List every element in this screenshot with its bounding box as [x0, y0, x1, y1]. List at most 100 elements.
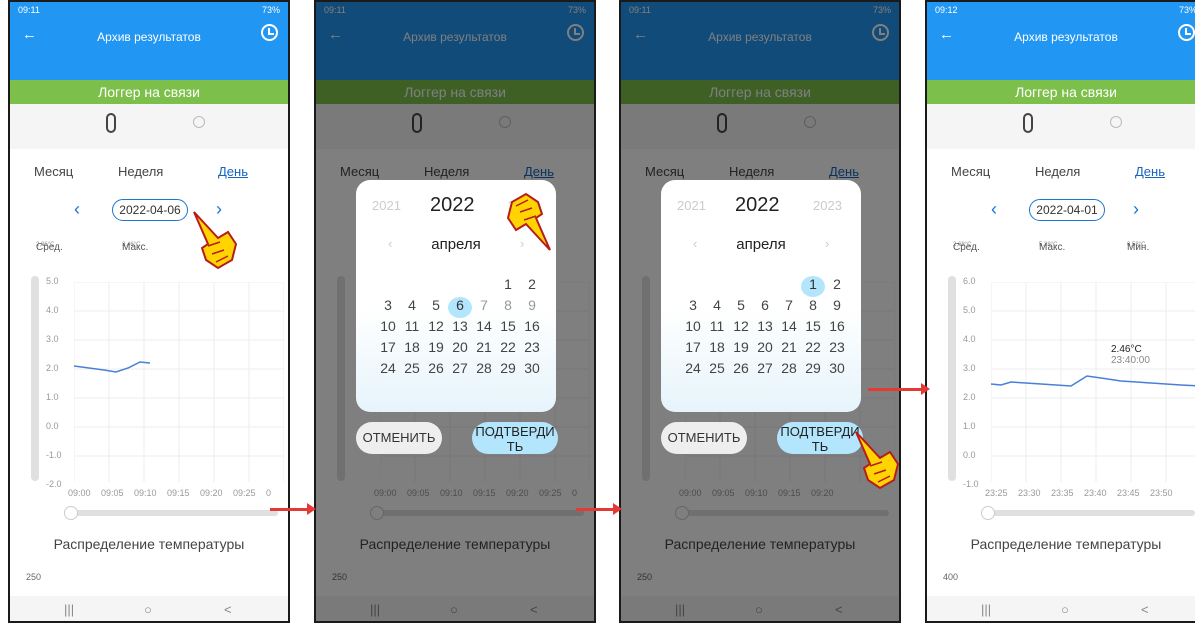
calendar-day[interactable]: 1	[496, 276, 520, 297]
calendar-day[interactable]: 21	[777, 339, 801, 360]
humidity-drop-icon[interactable]	[193, 116, 205, 128]
date-picker-button[interactable]: 2022-04-01	[1029, 199, 1105, 221]
history-clock-icon[interactable]	[261, 24, 278, 41]
calendar-day[interactable]: 9	[825, 297, 849, 318]
calendar-day[interactable]: 8	[496, 297, 520, 318]
calendar-day[interactable]: 23	[825, 339, 849, 360]
next-date-chevron-icon[interactable]: ›	[1133, 199, 1139, 220]
calendar-day[interactable]: 20	[753, 339, 777, 360]
calendar-day[interactable]: 14	[472, 318, 496, 339]
calendar-grid: 1 2 3 4 5 6 7 8 9 10 11 12 13 14 15 16 17 18 19 20 21 22 23 24 2…	[376, 276, 546, 381]
calendar-day[interactable]: 27	[448, 360, 472, 381]
calendar-day[interactable]: 3	[681, 297, 705, 318]
stat-avg: Сред. 2,36°C	[36, 242, 63, 253]
cancel-button[interactable]: ОТМЕНИТЬ	[356, 422, 442, 454]
calendar-day[interactable]: 13	[448, 318, 472, 339]
thermometer-icon[interactable]	[1023, 113, 1033, 133]
slider-knob[interactable]	[64, 506, 78, 520]
calendar-day[interactable]: 25	[705, 360, 729, 381]
calendar-day[interactable]: 17	[681, 339, 705, 360]
calendar-day[interactable]: 11	[705, 318, 729, 339]
calendar-day[interactable]: 26	[729, 360, 753, 381]
calendar-day[interactable]: 30	[825, 360, 849, 381]
home-icon[interactable]: ○	[1061, 602, 1069, 617]
calendar-day[interactable]: 5	[729, 297, 753, 318]
history-clock-icon[interactable]	[1178, 24, 1195, 41]
calendar-day[interactable]: 19	[424, 339, 448, 360]
tab-week[interactable]: Неделя	[1035, 164, 1080, 179]
calendar-day[interactable]: 16	[825, 318, 849, 339]
calendar-day[interactable]: 7	[472, 297, 496, 318]
horizontal-zoom-slider[interactable]	[981, 506, 1195, 520]
back-nav-icon[interactable]: <	[224, 602, 232, 617]
calendar-day[interactable]: 21	[472, 339, 496, 360]
tab-month[interactable]: Месяц	[951, 164, 990, 179]
tab-day[interactable]: День	[1135, 164, 1165, 179]
slider-knob[interactable]	[981, 506, 995, 520]
calendar-day[interactable]: 30	[520, 360, 544, 381]
calendar-day[interactable]: 6	[753, 297, 777, 318]
calendar-day[interactable]: 2	[825, 276, 849, 297]
recent-apps-icon[interactable]: |||	[64, 602, 74, 617]
calendar-day[interactable]: 22	[496, 339, 520, 360]
calendar-day[interactable]: 12	[424, 318, 448, 339]
calendar-day[interactable]: 12	[729, 318, 753, 339]
calendar-day[interactable]: 5	[424, 297, 448, 318]
calendar-day[interactable]: 6	[448, 297, 472, 318]
calendar-day[interactable]: 17	[376, 339, 400, 360]
calendar-day[interactable]: 19	[729, 339, 753, 360]
calendar-day[interactable]: 29	[496, 360, 520, 381]
calendar-day[interactable]: 7	[777, 297, 801, 318]
year-next[interactable]: 2023	[813, 198, 842, 213]
recent-apps-icon[interactable]: |||	[981, 602, 991, 617]
calendar-day[interactable]: 27	[753, 360, 777, 381]
vertical-zoom-slider[interactable]	[948, 276, 956, 481]
next-month-chevron-icon[interactable]: ›	[825, 236, 829, 251]
calendar-day[interactable]: 20	[448, 339, 472, 360]
horizontal-zoom-slider[interactable]	[64, 506, 278, 520]
calendar-day[interactable]: 10	[376, 318, 400, 339]
calendar-day[interactable]: 28	[472, 360, 496, 381]
calendar-day[interactable]: 15	[496, 318, 520, 339]
tab-day[interactable]: День	[218, 164, 248, 179]
x-tick-label: 23:35	[1051, 488, 1074, 498]
cancel-button[interactable]: ОТМЕНИТЬ	[661, 422, 747, 454]
vertical-zoom-slider[interactable]	[31, 276, 39, 481]
year-prev[interactable]: 2021	[677, 198, 706, 213]
temperature-chart: 6.0 5.0 4.0 3.0 2.0 1.0 0.0 -1.0 23:25 23:30 23:35…	[943, 264, 1195, 500]
confirm-button[interactable]: ПОДТВЕРДИ ТЬ	[472, 422, 558, 454]
calendar-day[interactable]: 25	[400, 360, 424, 381]
thermometer-icon[interactable]	[106, 113, 116, 133]
calendar-day[interactable]: 13	[753, 318, 777, 339]
humidity-drop-icon[interactable]	[1110, 116, 1122, 128]
calendar-day[interactable]: 14	[777, 318, 801, 339]
year-prev[interactable]: 2021	[372, 198, 401, 213]
back-nav-icon[interactable]: <	[1141, 602, 1149, 617]
calendar-day[interactable]: 15	[801, 318, 825, 339]
calendar-day[interactable]: 29	[801, 360, 825, 381]
calendar-day[interactable]: 23	[520, 339, 544, 360]
prev-date-chevron-icon[interactable]: ‹	[991, 199, 997, 220]
tab-month[interactable]: Месяц	[34, 164, 73, 179]
calendar-day[interactable]: 26	[424, 360, 448, 381]
calendar-day[interactable]: 3	[376, 297, 400, 318]
calendar-day[interactable]: 24	[681, 360, 705, 381]
calendar-day[interactable]: 4	[705, 297, 729, 318]
calendar-day[interactable]: 22	[801, 339, 825, 360]
prev-date-chevron-icon[interactable]: ‹	[74, 199, 80, 220]
calendar-day[interactable]: 8	[801, 297, 825, 318]
calendar-day[interactable]: 10	[681, 318, 705, 339]
calendar-day[interactable]: 1	[801, 276, 825, 297]
calendar-day[interactable]: 2	[520, 276, 544, 297]
calendar-day[interactable]: 16	[520, 318, 544, 339]
calendar-day[interactable]: 24	[376, 360, 400, 381]
calendar-day[interactable]: 11	[400, 318, 424, 339]
calendar-day[interactable]: 28	[777, 360, 801, 381]
calendar-day[interactable]: 9	[520, 297, 544, 318]
calendar-day[interactable]: 18	[400, 339, 424, 360]
calendar-day[interactable]: 18	[705, 339, 729, 360]
calendar-day[interactable]: 4	[400, 297, 424, 318]
tab-week[interactable]: Неделя	[118, 164, 163, 179]
date-picker-button[interactable]: 2022-04-06	[112, 199, 188, 221]
home-icon[interactable]: ○	[144, 602, 152, 617]
